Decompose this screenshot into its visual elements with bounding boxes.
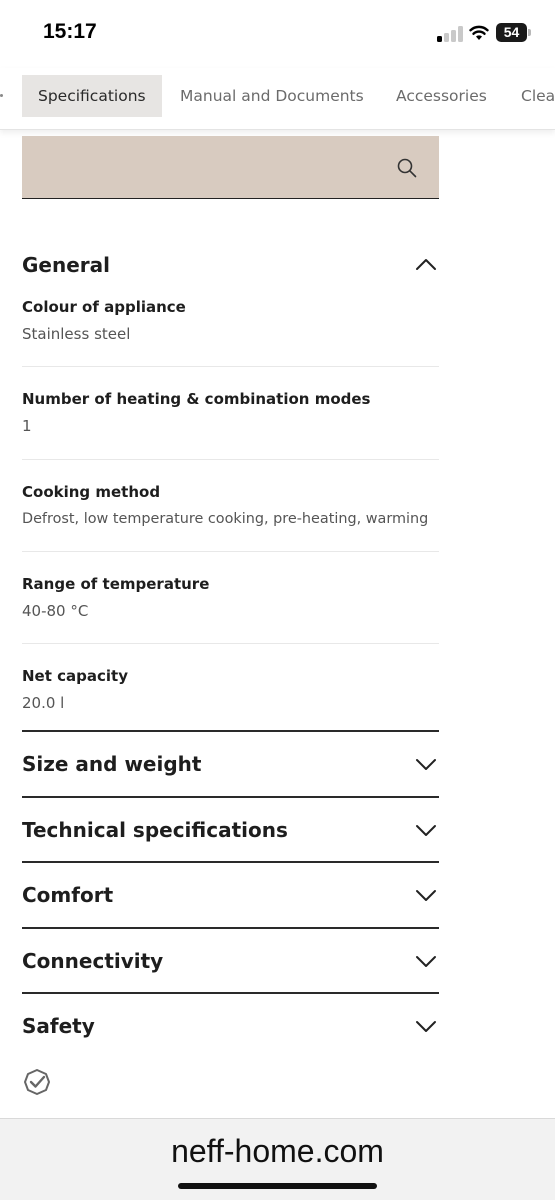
- spec-label: Colour of appliance: [22, 298, 186, 316]
- tab-specifications[interactable]: Specifications: [22, 75, 162, 117]
- battery-icon: 54: [496, 23, 527, 42]
- status-bar: 15:17 54: [0, 0, 555, 68]
- section-divider: [22, 992, 439, 994]
- section-title: Technical specifications: [22, 818, 288, 842]
- spec-value: Stainless steel: [22, 325, 131, 343]
- spec-label: Cooking method: [22, 483, 161, 501]
- chevron-down-icon[interactable]: [415, 951, 437, 971]
- home-indicator[interactable]: [178, 1183, 377, 1189]
- spec-net-capacity: Net capacity 20.0 l: [22, 666, 439, 713]
- tab-overflow-marker: [0, 94, 3, 97]
- tab-bar: Specifications Manual and Documents Acce…: [0, 68, 555, 130]
- section-comfort[interactable]: Comfort: [22, 875, 439, 915]
- url-text[interactable]: neff-home.com: [0, 1133, 555, 1170]
- browser-address-bar[interactable]: neff-home.com: [0, 1118, 555, 1200]
- spec-label: Range of temperature: [22, 575, 210, 593]
- section-divider: [22, 861, 439, 863]
- spec-colour-of-appliance: Colour of appliance Stainless steel: [22, 297, 439, 344]
- spec-label: Net capacity: [22, 667, 128, 685]
- tab-cleaning[interactable]: Clea: [521, 75, 555, 117]
- section-safety[interactable]: Safety: [22, 1006, 439, 1046]
- section-connectivity[interactable]: Connectivity: [22, 941, 439, 981]
- section-divider: [22, 730, 439, 732]
- battery-cap: [528, 29, 531, 36]
- spec-value: 40-80 °C: [22, 602, 89, 620]
- status-time: 15:17: [43, 20, 97, 43]
- spec-value: 1: [22, 417, 32, 435]
- spec-value: Defrost, low temperature cooking, pre-he…: [22, 511, 429, 527]
- section-technical-specifications[interactable]: Technical specifications: [22, 810, 439, 850]
- divider: [22, 551, 439, 552]
- spec-value: 20.0 l: [22, 694, 65, 712]
- certificate-icon[interactable]: [23, 1068, 51, 1096]
- chevron-down-icon[interactable]: [415, 1016, 437, 1036]
- divider: [22, 366, 439, 367]
- spec-range-of-temperature: Range of temperature 40-80 °C: [22, 574, 439, 621]
- section-general-header[interactable]: General: [22, 245, 439, 285]
- spec-label: Number of heating & combination modes: [22, 390, 371, 408]
- section-divider: [22, 927, 439, 929]
- chevron-down-icon[interactable]: [415, 885, 437, 905]
- spec-heating-modes: Number of heating & combination modes 1: [22, 389, 439, 436]
- chevron-down-icon[interactable]: [415, 754, 437, 774]
- chevron-up-icon[interactable]: [415, 255, 437, 275]
- tab-manual-and-documents[interactable]: Manual and Documents: [180, 75, 364, 117]
- section-title: General: [22, 253, 110, 277]
- section-title: Comfort: [22, 883, 114, 907]
- section-title: Connectivity: [22, 949, 164, 973]
- section-size-and-weight[interactable]: Size and weight: [22, 744, 439, 784]
- wifi-icon: [469, 25, 489, 40]
- search-icon[interactable]: [397, 158, 417, 178]
- section-title: Safety: [22, 1014, 95, 1038]
- chevron-down-icon[interactable]: [415, 820, 437, 840]
- divider: [22, 643, 439, 644]
- divider: [22, 459, 439, 460]
- cellular-signal-icon: [437, 26, 465, 42]
- spec-cooking-method: Cooking method Defrost, low temperature …: [22, 482, 439, 529]
- search-input[interactable]: [22, 136, 439, 199]
- section-divider: [22, 796, 439, 798]
- tab-accessories[interactable]: Accessories: [396, 75, 487, 117]
- section-title: Size and weight: [22, 752, 202, 776]
